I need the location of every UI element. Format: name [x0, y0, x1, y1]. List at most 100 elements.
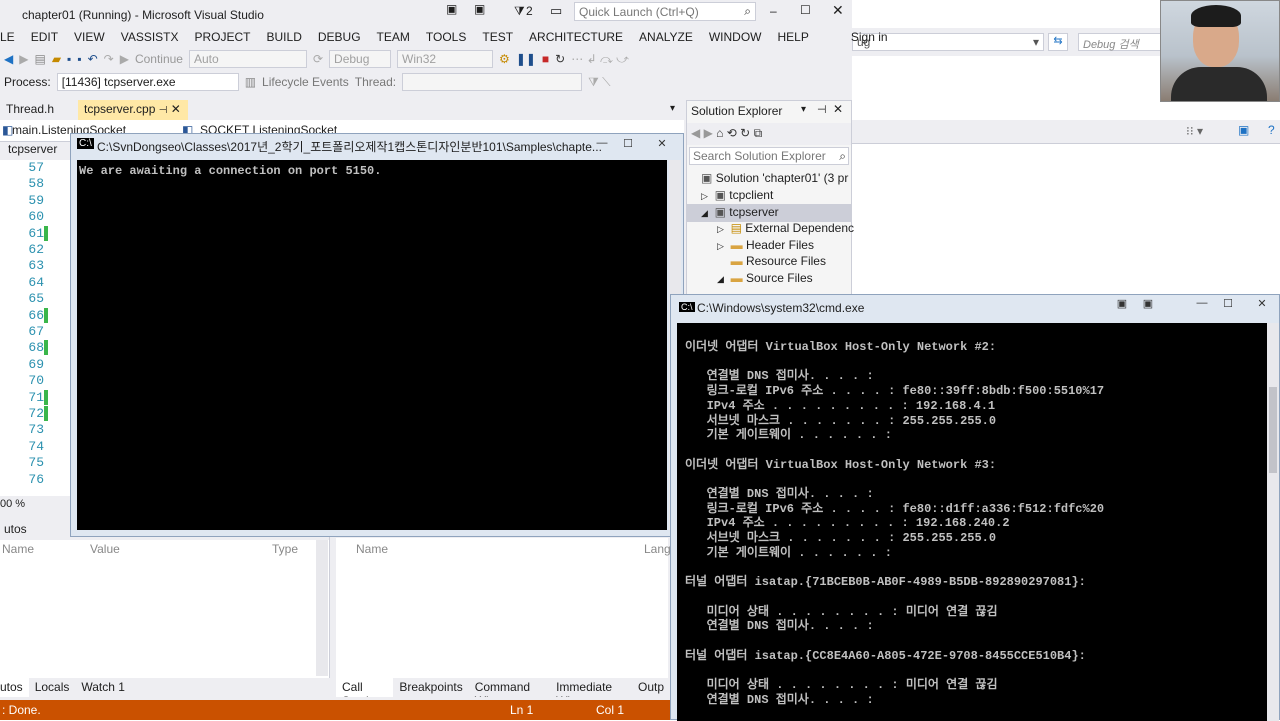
close-icon[interactable]: ✕	[1251, 297, 1273, 311]
collapse-arrow-icon[interactable]: ◢	[701, 208, 708, 218]
expand-icon[interactable]: ▷	[717, 224, 724, 234]
menu-edit[interactable]: EDIT	[23, 30, 66, 44]
minimize-icon[interactable]: –	[770, 4, 777, 18]
layout-icon[interactable]: ⁝⁝ ▾	[1186, 124, 1203, 138]
close-icon[interactable]: ✕	[833, 102, 843, 116]
cmd-scrollbar[interactable]	[1267, 323, 1279, 721]
tab-autos[interactable]: utos	[0, 677, 29, 697]
project-tab[interactable]: tcpserver	[0, 142, 70, 158]
close-icon[interactable]: ✕	[832, 2, 844, 19]
save-icon[interactable]: ▪	[67, 52, 71, 66]
tab-breakpoints[interactable]: Breakpoints	[393, 677, 468, 697]
menu-project[interactable]: PROJECT	[187, 30, 259, 44]
autos-col-name[interactable]: Name	[2, 542, 34, 556]
sign-in-link[interactable]: Sign in	[843, 30, 896, 44]
server-console-output[interactable]: We are awaiting a connection on port 515…	[77, 160, 667, 530]
help-icon[interactable]: ?	[1268, 123, 1275, 137]
thread-combo[interactable]	[402, 73, 583, 91]
tab-watch-1[interactable]: Watch 1	[75, 677, 131, 697]
maximize-icon[interactable]: ☐	[617, 137, 639, 151]
tree-source-files[interactable]: ◢ ▬ Source Files	[717, 271, 813, 285]
menu-analyze[interactable]: ANALYZE	[631, 30, 701, 44]
menu-window[interactable]: WINDOW	[701, 30, 770, 44]
close-icon[interactable]: ✕	[651, 137, 673, 151]
step-icons[interactable]: ⋯ ↲ ⤼ ⤻	[571, 52, 629, 67]
menu-team[interactable]: TEAM	[369, 30, 418, 44]
expand-icon[interactable]: ▷	[701, 191, 708, 201]
sync-icon[interactable]: ⟲	[727, 126, 737, 140]
tree-tcpclient[interactable]: ▷ ▣ tcpclient	[701, 188, 773, 202]
debug-search-box[interactable]: Debug 검색	[1078, 33, 1168, 51]
panel-icon[interactable]: ▣	[1238, 123, 1249, 137]
pause-icon[interactable]: ❚❚	[516, 52, 536, 66]
continue-button[interactable]: Continue	[135, 52, 183, 66]
notifications-icon[interactable]: ▣	[446, 2, 457, 16]
cmd-output[interactable]: 이더넷 어댑터 VirtualBox Host-Only Network #2:…	[677, 323, 1267, 721]
back-icon[interactable]: ◀	[691, 126, 700, 140]
redo-icon[interactable]: ↷	[104, 52, 114, 66]
solution-search-input[interactable]: Search Solution Explorer ⌕	[689, 147, 849, 165]
expand-icon[interactable]: ▷	[717, 241, 724, 251]
stop-icon[interactable]: ■	[542, 52, 549, 66]
open-folder-icon[interactable]: ▰	[52, 52, 61, 66]
menu-vassistx[interactable]: VASSISTX	[113, 30, 187, 44]
zoom-level[interactable]: 00 %	[0, 498, 70, 512]
new-file-icon[interactable]: ▤	[34, 52, 45, 66]
callstack-col-name[interactable]: Name	[356, 542, 388, 556]
tab-command-window[interactable]: Command Wi...	[469, 677, 550, 697]
stack-frame-icons[interactable]: ⧩ ⟍	[588, 75, 610, 90]
back-icon[interactable]: ◀	[4, 52, 13, 66]
feedback-icon[interactable]: ▣	[474, 2, 485, 16]
play-icon[interactable]: ▶	[120, 52, 129, 66]
tree-header-files[interactable]: ▷ ▬ Header Files	[717, 238, 814, 252]
tree-external-deps[interactable]: ▷ ▤ External Dependenc	[717, 221, 854, 235]
tree-tcpserver[interactable]: ◢ ▣ tcpserver	[687, 204, 851, 222]
window-option-icon-2[interactable]: ▣	[1137, 297, 1159, 311]
undo-icon[interactable]: ↶	[88, 52, 98, 66]
tab-immediate-window[interactable]: Immediate Wi...	[550, 677, 632, 697]
pin-icon[interactable]: ⊣	[159, 105, 168, 116]
dropdown-icon[interactable]: ▾	[801, 104, 806, 115]
attach-icon[interactable]: ⚙	[499, 52, 510, 66]
menu-file[interactable]: LE	[0, 30, 23, 44]
menu-view[interactable]: VIEW	[66, 30, 113, 44]
platform-combo[interactable]: Win32	[397, 50, 494, 68]
menu-architecture[interactable]: ARCHITECTURE	[521, 30, 631, 44]
quick-launch-input[interactable]: Quick Launch (Ctrl+Q) ⌕	[574, 2, 756, 21]
forward-icon[interactable]: ▶	[19, 52, 28, 66]
tab-tcpserver-cpp[interactable]: tcpserver.cpp ⊣ ✕	[78, 100, 188, 120]
tab-list-icon[interactable]: ▾	[670, 103, 675, 114]
menu-debug[interactable]: DEBUG	[310, 30, 369, 44]
collapse-icon[interactable]: ⧉	[754, 126, 763, 140]
minimize-icon[interactable]: —	[591, 137, 613, 151]
restart-icon[interactable]: ↻	[555, 52, 565, 66]
tree-resource-files[interactable]: ▷ ▬ Resource Files	[717, 254, 826, 268]
menu-help[interactable]: HELP	[770, 30, 817, 44]
autos-col-type[interactable]: Type	[272, 542, 298, 556]
menu-test[interactable]: TEST	[474, 30, 521, 44]
close-tab-icon[interactable]: ✕	[171, 102, 181, 116]
filter-icon[interactable]: ⧩	[514, 4, 525, 19]
process-combo[interactable]: [11436] tcpserver.exe	[56, 73, 239, 91]
forward-icon[interactable]: ▶	[704, 126, 713, 140]
refresh-icon[interactable]: ⟳	[313, 52, 323, 66]
lifecycle-events-button[interactable]: Lifecycle Events	[262, 75, 349, 89]
tab-output[interactable]: Outp	[632, 677, 670, 697]
save-all-icon[interactable]: ▪	[77, 52, 81, 66]
maximize-icon[interactable]: ☐	[800, 3, 811, 17]
refresh-icon[interactable]: ↻	[740, 126, 750, 140]
collapse-arrow-icon[interactable]: ◢	[717, 274, 724, 284]
tab-thread-h[interactable]: Thread.h	[0, 100, 60, 120]
swap-icon[interactable]: ⇆	[1048, 33, 1068, 51]
menu-tools[interactable]: TOOLS	[418, 30, 474, 44]
callstack-col-lang[interactable]: Lang	[644, 542, 671, 556]
autos-col-value[interactable]: Value	[90, 542, 120, 556]
pin-icon[interactable]: ⊣	[817, 103, 827, 116]
tree-solution[interactable]: ▣ Solution 'chapter01' (3 pr	[701, 171, 848, 185]
home-icon[interactable]: ⌂	[716, 126, 723, 140]
config-combo-debug[interactable]: Debug	[329, 50, 392, 68]
minimize-icon[interactable]: —	[1191, 297, 1213, 311]
maximize-icon[interactable]: ☐	[1217, 297, 1239, 311]
window-option-icon[interactable]: ▣	[1111, 297, 1133, 311]
cmd-scroll-thumb[interactable]	[1269, 387, 1277, 473]
